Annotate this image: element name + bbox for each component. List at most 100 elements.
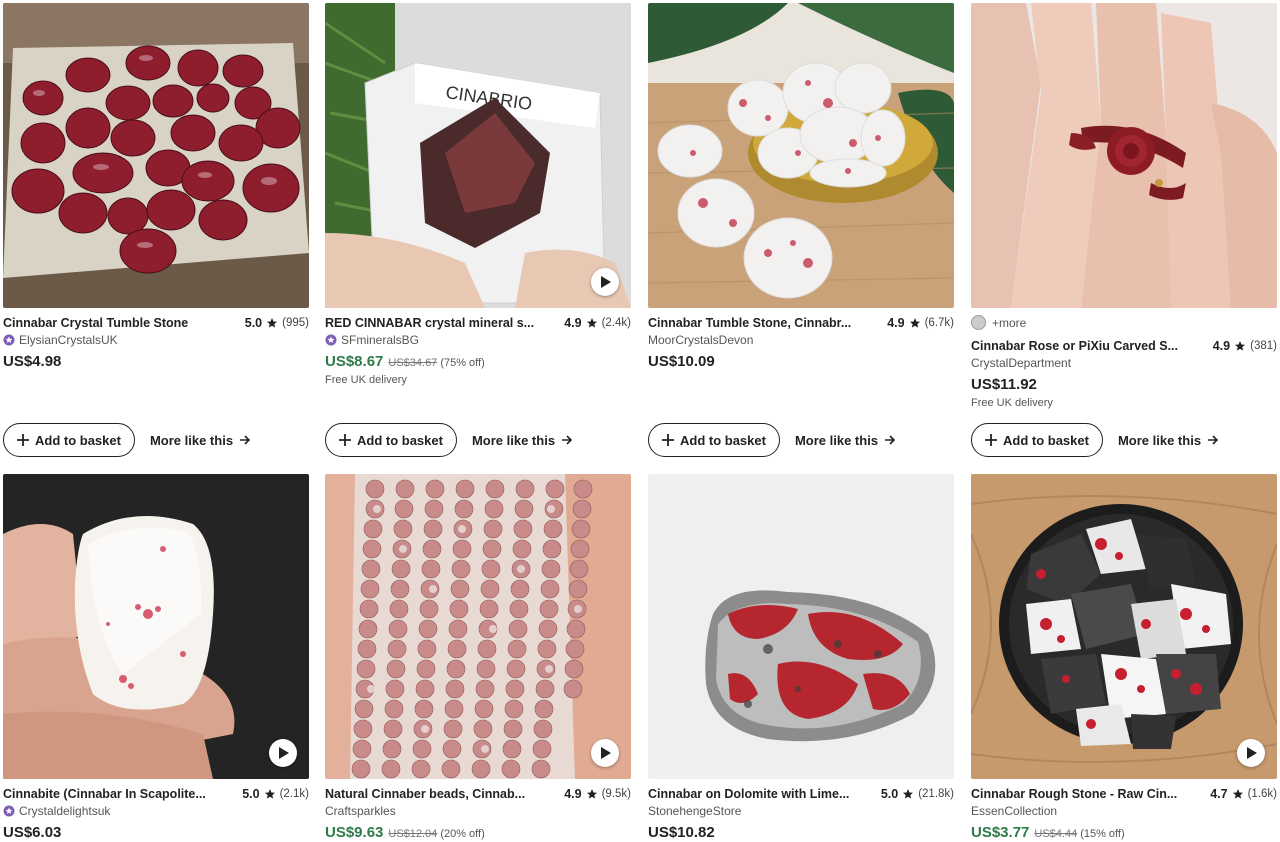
rating-value: 4.9 <box>564 786 582 801</box>
add-to-basket-button[interactable]: Add to basket <box>971 423 1103 457</box>
listing-title[interactable]: Natural Cinnaber beads, Cinnab... <box>325 787 525 801</box>
review-count: (21.8k) <box>918 787 954 800</box>
star-seller-icon <box>325 334 337 345</box>
listing-grid: Cinnabar Crystal Tumble Stone 5.0 (995) … <box>0 0 1280 842</box>
listing-image[interactable] <box>648 474 954 779</box>
video-play-button[interactable] <box>1237 739 1265 767</box>
rating-value: 5.0 <box>242 786 260 801</box>
review-count: (2.1k) <box>279 787 309 800</box>
more-like-this-link[interactable]: More like this <box>472 433 573 448</box>
rating: 4.9 (381) <box>1213 339 1277 353</box>
review-count: (9.5k) <box>601 787 631 800</box>
review-count: (381) <box>1250 339 1277 352</box>
listing-card[interactable]: CINABRIO RED CINNABAR crystal mineral s.… <box>325 3 631 386</box>
listing-title[interactable]: Cinnabar Crystal Tumble Stone <box>3 316 188 330</box>
sale-price: US$9.63 <box>325 824 384 841</box>
listing-card[interactable]: Cinnabar Rough Stone - Raw Cin... 4.7 (1… <box>971 474 1277 842</box>
rating: 5.0 (21.8k) <box>881 787 954 801</box>
shop-name[interactable]: Crystaldelightsuk <box>19 804 110 818</box>
listing-image[interactable] <box>971 474 1277 779</box>
video-play-button[interactable] <box>269 739 297 767</box>
discount: (20% off) <box>440 828 485 840</box>
rating: 4.9 (9.5k) <box>564 787 631 801</box>
video-play-button[interactable] <box>591 268 619 296</box>
listing-image[interactable] <box>3 474 309 779</box>
review-count: (1.6k) <box>1247 787 1277 800</box>
star-seller-icon <box>3 334 15 345</box>
star-icon <box>1232 788 1243 799</box>
more-like-this-link[interactable]: More like this <box>150 433 251 448</box>
original-price: US$34.67 <box>388 357 438 369</box>
more-like-this-label: More like this <box>794 432 879 448</box>
shop-name[interactable]: CrystalDepartment <box>971 356 1071 370</box>
listing-image[interactable]: CINABRIO <box>325 3 631 308</box>
star-icon <box>586 788 597 799</box>
listing-title[interactable]: Cinnabar on Dolomite with Lime... <box>648 787 849 801</box>
more-variants[interactable]: +more <box>992 316 1026 330</box>
rating-value: 4.9 <box>1212 338 1231 353</box>
original-price: US$12.04 <box>388 828 438 840</box>
arrow-right-icon <box>1208 435 1219 445</box>
play-icon <box>1247 747 1257 759</box>
add-to-basket-label: Add to basket <box>680 432 766 448</box>
shop-name[interactable]: ElysianCrystalsUK <box>19 333 118 347</box>
arrow-right-icon <box>562 435 573 445</box>
rating-value: 4.7 <box>1210 786 1228 801</box>
discount: (15% off) <box>1080 828 1125 840</box>
star-icon <box>909 317 920 328</box>
listing-title[interactable]: Cinnabite (Cinnabar In Scapolite... <box>3 787 206 801</box>
play-icon <box>279 747 289 759</box>
listing-image[interactable] <box>648 3 954 308</box>
listing-card[interactable]: Cinnabar Crystal Tumble Stone 5.0 (995) … <box>3 3 309 371</box>
rating-value: 5.0 <box>880 786 899 801</box>
star-icon <box>586 317 597 328</box>
shop-name[interactable]: MoorCrystalsDevon <box>648 333 753 347</box>
listing-card[interactable]: Cinnabite (Cinnabar In Scapolite... 5.0 … <box>3 474 309 842</box>
more-like-this-label: More like this <box>471 432 556 448</box>
shop-name[interactable]: EssenCollection <box>971 804 1057 818</box>
listing-title[interactable]: Cinnabar Rose or PiXiu Carved S... <box>971 339 1178 353</box>
rating-value: 5.0 <box>244 315 263 330</box>
review-count: (995) <box>282 316 309 329</box>
listing-card[interactable]: Cinnabar Tumble Stone, Cinnabr... 4.9 (6… <box>648 3 954 371</box>
listing-card[interactable]: +more Cinnabar Rose or PiXiu Carved S...… <box>971 3 1277 409</box>
card-actions: Add to basket More like this <box>648 423 896 457</box>
shop-name[interactable]: SFmineralsBG <box>341 333 419 347</box>
add-to-basket-label: Add to basket <box>357 432 443 448</box>
color-swatch[interactable] <box>971 315 986 330</box>
star-icon <box>903 788 914 799</box>
listing-image[interactable] <box>325 474 631 779</box>
listing-title[interactable]: Cinnabar Tumble Stone, Cinnabr... <box>648 316 851 330</box>
rating: 5.0 (995) <box>245 316 309 330</box>
listing-card[interactable]: Cinnabar on Dolomite with Lime... 5.0 (2… <box>648 474 954 842</box>
listing-title[interactable]: Cinnabar Rough Stone - Raw Cin... <box>971 787 1177 801</box>
add-to-basket-button[interactable]: Add to basket <box>648 423 780 457</box>
rating-value: 4.9 <box>564 315 582 330</box>
more-like-this-label: More like this <box>1117 432 1202 448</box>
more-like-this-link[interactable]: More like this <box>795 433 896 448</box>
shop-name[interactable]: StonehengeStore <box>648 804 741 818</box>
rating: 4.9 (6.7k) <box>887 316 954 330</box>
sale-price: US$3.77 <box>971 824 1030 841</box>
more-like-this-label: More like this <box>149 432 234 448</box>
price: US$6.03 <box>3 824 62 841</box>
plus-icon <box>17 434 29 446</box>
card-actions: Add to basket More like this <box>3 423 251 457</box>
price: US$4.98 <box>3 353 62 370</box>
listing-card[interactable]: Natural Cinnaber beads, Cinnab... 4.9 (9… <box>325 474 631 842</box>
card-actions: Add to basket More like this <box>971 423 1219 457</box>
video-play-button[interactable] <box>591 739 619 767</box>
star-icon <box>1235 340 1246 351</box>
plus-icon <box>662 434 674 446</box>
rating: 4.9 (2.4k) <box>564 316 631 330</box>
shop-name[interactable]: Craftsparkles <box>325 804 396 818</box>
add-to-basket-button[interactable]: Add to basket <box>3 423 135 457</box>
arrow-right-icon <box>240 435 251 445</box>
more-like-this-link[interactable]: More like this <box>1118 433 1219 448</box>
listing-image[interactable] <box>971 3 1277 308</box>
original-price: US$4.44 <box>1034 828 1078 840</box>
listing-image[interactable] <box>3 3 309 308</box>
add-to-basket-button[interactable]: Add to basket <box>325 423 457 457</box>
listing-title[interactable]: RED CINNABAR crystal mineral s... <box>325 316 534 330</box>
price: US$10.09 <box>648 353 715 370</box>
